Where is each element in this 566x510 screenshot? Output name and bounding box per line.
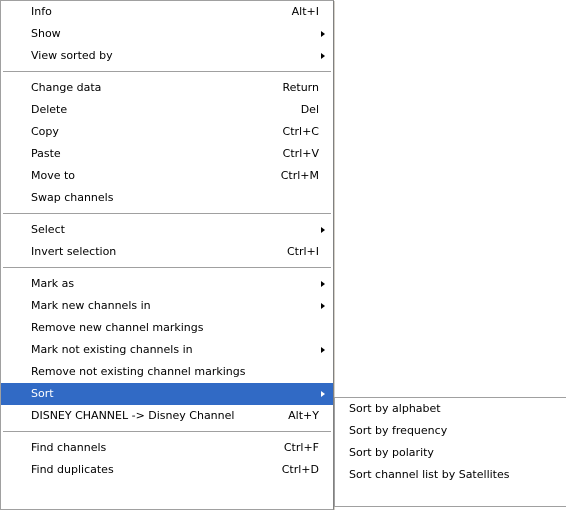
menu-item-view-sorted-by[interactable]: View sorted by bbox=[1, 45, 333, 67]
menu-item-label: DISNEY CHANNEL -> Disney Channel bbox=[31, 409, 235, 422]
menu-item-rename-channel[interactable]: DISNEY CHANNEL -> Disney Channel Alt+Y bbox=[1, 405, 333, 427]
menu-item-copy[interactable]: Copy Ctrl+C bbox=[1, 121, 333, 143]
menu-item-label: View sorted by bbox=[31, 49, 113, 62]
menu-item-label: Find channels bbox=[31, 441, 107, 454]
menu-item-shortcut: Alt+Y bbox=[288, 409, 319, 422]
menu-separator bbox=[3, 71, 331, 73]
menu-item-remove-not-existing-channel-markings[interactable]: Remove not existing channel markings bbox=[1, 361, 333, 383]
menu-item-label: Mark not existing channels in bbox=[31, 343, 193, 356]
submenu-arrow-icon bbox=[321, 53, 325, 59]
menu-separator bbox=[3, 213, 331, 215]
submenu-arrow-icon bbox=[321, 303, 325, 309]
menu-item-delete[interactable]: Delete Del bbox=[1, 99, 333, 121]
menu-item-shortcut: Ctrl+D bbox=[281, 463, 319, 476]
menu-item-swap-channels[interactable]: Swap channels bbox=[1, 187, 333, 209]
submenu-item-sort-by-alphabet[interactable]: Sort by alphabet bbox=[335, 398, 566, 420]
menu-item-show[interactable]: Show bbox=[1, 23, 333, 45]
menu-item-label: Info bbox=[31, 5, 52, 18]
menu-item-label: Sort by frequency bbox=[349, 424, 448, 437]
menu-item-shortcut: Ctrl+V bbox=[282, 147, 319, 160]
submenu-arrow-icon bbox=[321, 391, 325, 397]
menu-item-mark-as[interactable]: Mark as bbox=[1, 273, 333, 295]
menu-item-label: Sort by alphabet bbox=[349, 402, 441, 415]
menu-item-label: Invert selection bbox=[31, 245, 117, 258]
menu-item-change-data[interactable]: Change data Return bbox=[1, 77, 333, 99]
menu-item-label: Remove new channel markings bbox=[31, 321, 204, 334]
menu-item-sort[interactable]: Sort bbox=[1, 383, 333, 405]
menu-item-shortcut: Ctrl+I bbox=[286, 245, 319, 258]
submenu-arrow-icon bbox=[321, 347, 325, 353]
submenu-item-sort-by-frequency[interactable]: Sort by frequency bbox=[335, 420, 566, 442]
menu-separator bbox=[3, 267, 331, 269]
menu-item-label: Copy bbox=[31, 125, 59, 138]
menu-item-select[interactable]: Select bbox=[1, 219, 333, 241]
menu-item-shortcut: Ctrl+M bbox=[280, 169, 319, 182]
menu-item-label: Swap channels bbox=[31, 191, 114, 204]
menu-item-label: Select bbox=[31, 223, 65, 236]
menu-item-paste[interactable]: Paste Ctrl+V bbox=[1, 143, 333, 165]
menu-item-label: Mark new channels in bbox=[31, 299, 151, 312]
menu-item-invert-selection[interactable]: Invert selection Ctrl+I bbox=[1, 241, 333, 263]
menu-item-label: Delete bbox=[31, 103, 68, 116]
menu-item-label: Paste bbox=[31, 147, 61, 160]
menu-item-label: Mark as bbox=[31, 277, 75, 290]
menu-item-label: Show bbox=[31, 27, 61, 40]
menu-separator bbox=[3, 431, 331, 433]
menu-item-label: Move to bbox=[31, 169, 76, 182]
menu-item-find-duplicates[interactable]: Find duplicates Ctrl+D bbox=[1, 459, 333, 481]
submenu-item-sort-by-polarity[interactable]: Sort by polarity bbox=[335, 442, 566, 464]
menu-item-info[interactable]: Info Alt+I bbox=[1, 1, 333, 23]
submenu-arrow-icon bbox=[321, 281, 325, 287]
menu-item-label: Remove not existing channel markings bbox=[31, 365, 246, 378]
sort-submenu: Sort by alphabet Sort by frequency Sort … bbox=[334, 397, 566, 507]
menu-item-shortcut: Alt+I bbox=[291, 5, 319, 18]
menu-item-label: Find duplicates bbox=[31, 463, 114, 476]
menu-item-label: Change data bbox=[31, 81, 102, 94]
menu-item-remove-new-channel-markings[interactable]: Remove new channel markings bbox=[1, 317, 333, 339]
submenu-item-sort-by-satellites[interactable]: Sort channel list by Satellites bbox=[335, 464, 566, 486]
context-menu: Info Alt+I Show View sorted by Change da… bbox=[0, 0, 334, 510]
menu-item-shortcut: Del bbox=[300, 103, 319, 116]
menu-item-label: Sort by polarity bbox=[349, 446, 434, 459]
menu-item-label: Sort channel list by Satellites bbox=[349, 468, 510, 481]
menu-item-mark-not-existing-channels-in[interactable]: Mark not existing channels in bbox=[1, 339, 333, 361]
menu-item-shortcut: Ctrl+C bbox=[282, 125, 319, 138]
submenu-arrow-icon bbox=[321, 227, 325, 233]
menu-item-label: Sort bbox=[31, 387, 54, 400]
submenu-arrow-icon bbox=[321, 31, 325, 37]
menu-item-shortcut: Return bbox=[282, 81, 319, 94]
menu-item-mark-new-channels-in[interactable]: Mark new channels in bbox=[1, 295, 333, 317]
menu-item-move-to[interactable]: Move to Ctrl+M bbox=[1, 165, 333, 187]
menu-item-find-channels[interactable]: Find channels Ctrl+F bbox=[1, 437, 333, 459]
menu-item-shortcut: Ctrl+F bbox=[283, 441, 319, 454]
